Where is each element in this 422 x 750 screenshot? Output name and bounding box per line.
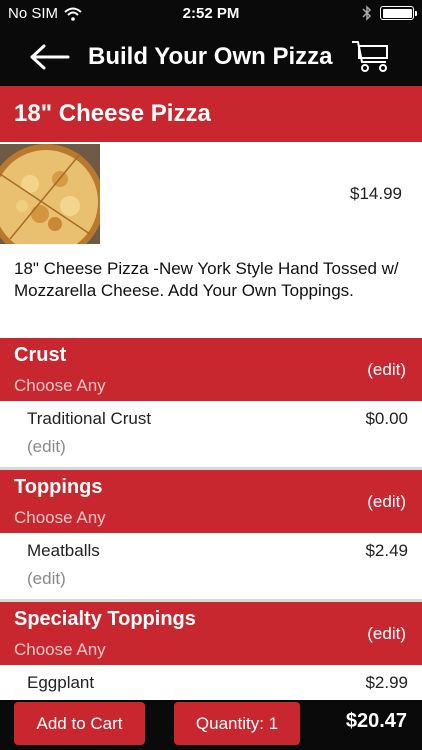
section-specialty-toppings-header[interactable]: Specialty Toppings Choose Any (edit) xyxy=(0,602,422,665)
quantity-button[interactable]: Quantity: 1 xyxy=(174,702,300,745)
item-header: 18" Cheese Pizza xyxy=(0,86,422,142)
option-name: Traditional Crust xyxy=(27,409,152,428)
section-edit-button[interactable]: (edit) xyxy=(367,492,406,512)
section-crust-header[interactable]: Crust Choose Any (edit) xyxy=(0,338,422,401)
section-title: Toppings xyxy=(14,476,103,498)
bottom-bar: Add to Cart Quantity: 1 $20.47 xyxy=(0,700,422,750)
section-edit-button[interactable]: (edit) xyxy=(367,360,406,380)
battery-icon xyxy=(380,6,417,20)
back-arrow-icon xyxy=(30,44,70,70)
back-button[interactable] xyxy=(28,40,72,74)
cart-button[interactable] xyxy=(350,38,392,74)
option-edit-link[interactable]: (edit) xyxy=(27,569,66,589)
pizza-image xyxy=(0,144,100,244)
option-row-meatballs[interactable]: Meatballs $2.49 (edit) xyxy=(0,533,422,599)
option-price: $0.00 xyxy=(365,409,408,428)
section-edit-button[interactable]: (edit) xyxy=(367,624,406,644)
page-title: Build Your Own Pizza xyxy=(88,43,333,70)
section-subtitle: Choose Any xyxy=(14,508,106,527)
status-right xyxy=(362,5,417,21)
option-row-traditional-crust[interactable]: Traditional Crust $0.00 (edit) xyxy=(0,401,422,467)
cart-icon xyxy=(352,41,388,72)
option-edit-link[interactable]: (edit) xyxy=(27,437,66,457)
item-title: 18" Cheese Pizza xyxy=(14,100,211,127)
item-description: 18" Cheese Pizza -New York Style Hand To… xyxy=(14,259,399,300)
pizza-photo-icon xyxy=(0,144,100,244)
section-title: Specialty Toppings xyxy=(14,608,196,630)
section-subtitle: Choose Any xyxy=(14,640,106,659)
nav-bar: Build Your Own Pizza xyxy=(0,28,422,86)
option-name: Meatballs xyxy=(27,541,100,560)
order-total: $20.47 xyxy=(345,710,407,732)
bluetooth-icon xyxy=(362,5,372,21)
option-price: $2.49 xyxy=(365,541,408,560)
section-toppings-header[interactable]: Toppings Choose Any (edit) xyxy=(0,470,422,533)
add-to-cart-button[interactable]: Add to Cart xyxy=(14,702,145,745)
option-name: Eggplant xyxy=(27,673,95,692)
option-price: $2.99 xyxy=(365,673,408,692)
section-subtitle: Choose Any xyxy=(14,376,106,395)
status-bar: No SIM 2:52 PM xyxy=(0,0,422,28)
section-title: Crust xyxy=(14,344,67,366)
item-price: $14.99 xyxy=(350,184,402,203)
status-time: 2:52 PM xyxy=(182,5,240,22)
